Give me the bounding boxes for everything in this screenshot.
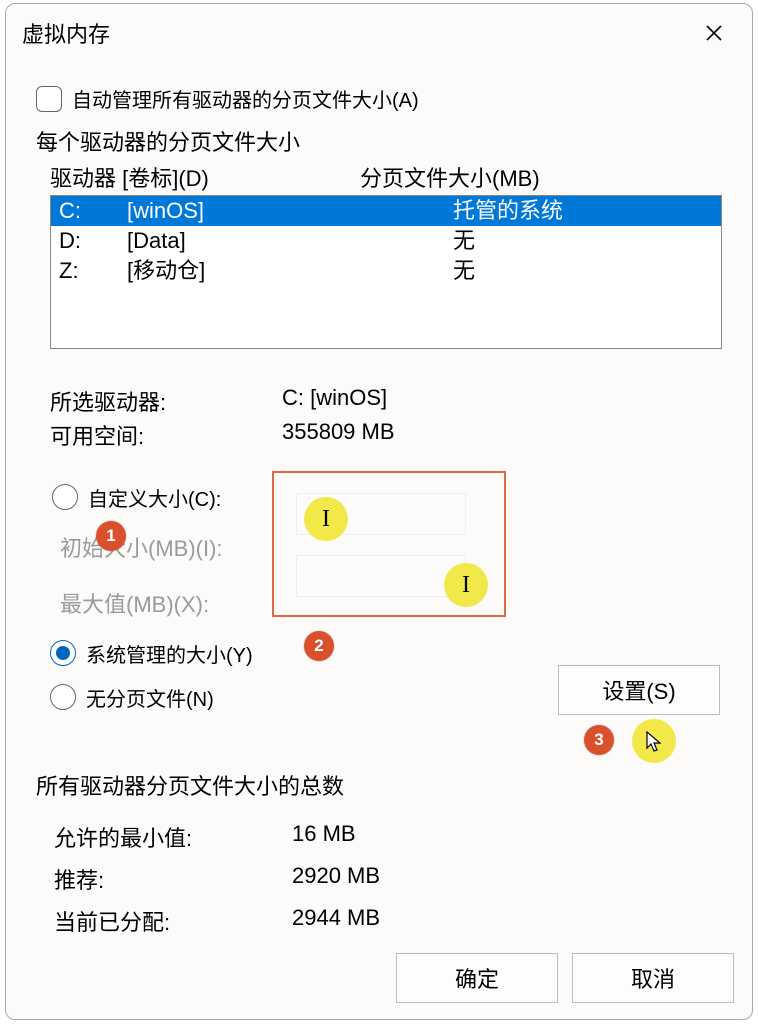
no-paging-radio[interactable] — [50, 684, 76, 710]
annotation-marker: 1 — [96, 521, 126, 551]
col-size-header: 分页文件大小(MB) — [360, 161, 722, 193]
annotation-highlight — [632, 719, 676, 763]
auto-manage-row[interactable]: 自动管理所有驱动器的分页文件大小(A) — [36, 84, 722, 113]
cancel-button[interactable]: 取消 — [572, 953, 734, 1003]
min-allowed-label: 允许的最小值: — [54, 821, 292, 853]
drive-label: [winOS] — [127, 196, 369, 226]
drive-row[interactable]: C: [winOS] 托管的系统 — [51, 196, 721, 226]
free-space-value: 355809 MB — [282, 419, 722, 451]
currently-allocated-value: 2944 MB — [292, 905, 722, 937]
per-drive-label: 每个驱动器的分页文件大小 — [36, 125, 722, 157]
drive-paging: 无 — [369, 226, 713, 256]
drive-row[interactable]: Z: [移动仓] 无 — [51, 256, 721, 286]
initial-size-label: 初始大小(MB)(I): — [60, 531, 272, 563]
drive-label: [Data] — [127, 226, 369, 256]
annotation-marker: 2 — [304, 631, 334, 661]
custom-size-label: 自定义大小(C): — [88, 483, 221, 512]
annotation-marker: 3 — [584, 725, 614, 755]
drive-list-header: 驱动器 [卷标](D) 分页文件大小(MB) — [50, 161, 722, 195]
auto-manage-checkbox[interactable] — [36, 86, 62, 112]
drive-paging: 无 — [369, 256, 713, 286]
close-button[interactable] — [694, 13, 734, 53]
max-size-input[interactable] — [296, 555, 466, 597]
custom-size-radio[interactable] — [52, 484, 78, 510]
selected-drive-label: 所选驱动器: — [50, 385, 282, 417]
drive-label: [移动仓] — [127, 256, 369, 286]
drive-letter: C: — [59, 196, 127, 226]
dialog-title: 虚拟内存 — [22, 17, 694, 49]
free-space-label: 可用空间: — [50, 419, 282, 451]
selected-drive-value: C: [winOS] — [282, 385, 722, 417]
recommended-value: 2920 MB — [292, 863, 722, 895]
col-drive-header: 驱动器 [卷标](D) — [50, 161, 360, 193]
min-allowed-value: 16 MB — [292, 821, 722, 853]
system-managed-label: 系统管理的大小(Y) — [86, 639, 253, 668]
totals-header: 所有驱动器分页文件大小的总数 — [36, 769, 722, 801]
ok-button[interactable]: 确定 — [396, 953, 558, 1003]
annotation-highlight: I — [304, 497, 348, 541]
recommended-label: 推荐: — [54, 863, 292, 895]
virtual-memory-dialog: 虚拟内存 自动管理所有驱动器的分页文件大小(A) 每个驱动器的分页文件大小 驱动… — [5, 3, 753, 1020]
no-paging-label: 无分页文件(N) — [86, 683, 214, 712]
annotation-highlight: I — [444, 563, 488, 607]
drive-paging: 托管的系统 — [369, 196, 713, 226]
system-managed-radio[interactable] — [50, 640, 76, 666]
drive-row[interactable]: D: [Data] 无 — [51, 226, 721, 256]
set-button[interactable]: 设置(S) — [558, 665, 720, 715]
max-size-label: 最大值(MB)(X): — [60, 587, 272, 619]
auto-manage-label: 自动管理所有驱动器的分页文件大小(A) — [72, 84, 419, 113]
drive-letter: Z: — [59, 256, 127, 286]
drive-letter: D: — [59, 226, 127, 256]
currently-allocated-label: 当前已分配: — [54, 905, 292, 937]
drive-list[interactable]: C: [winOS] 托管的系统 D: [Data] 无 Z: [移动仓] 无 — [50, 195, 722, 349]
titlebar: 虚拟内存 — [6, 4, 752, 62]
